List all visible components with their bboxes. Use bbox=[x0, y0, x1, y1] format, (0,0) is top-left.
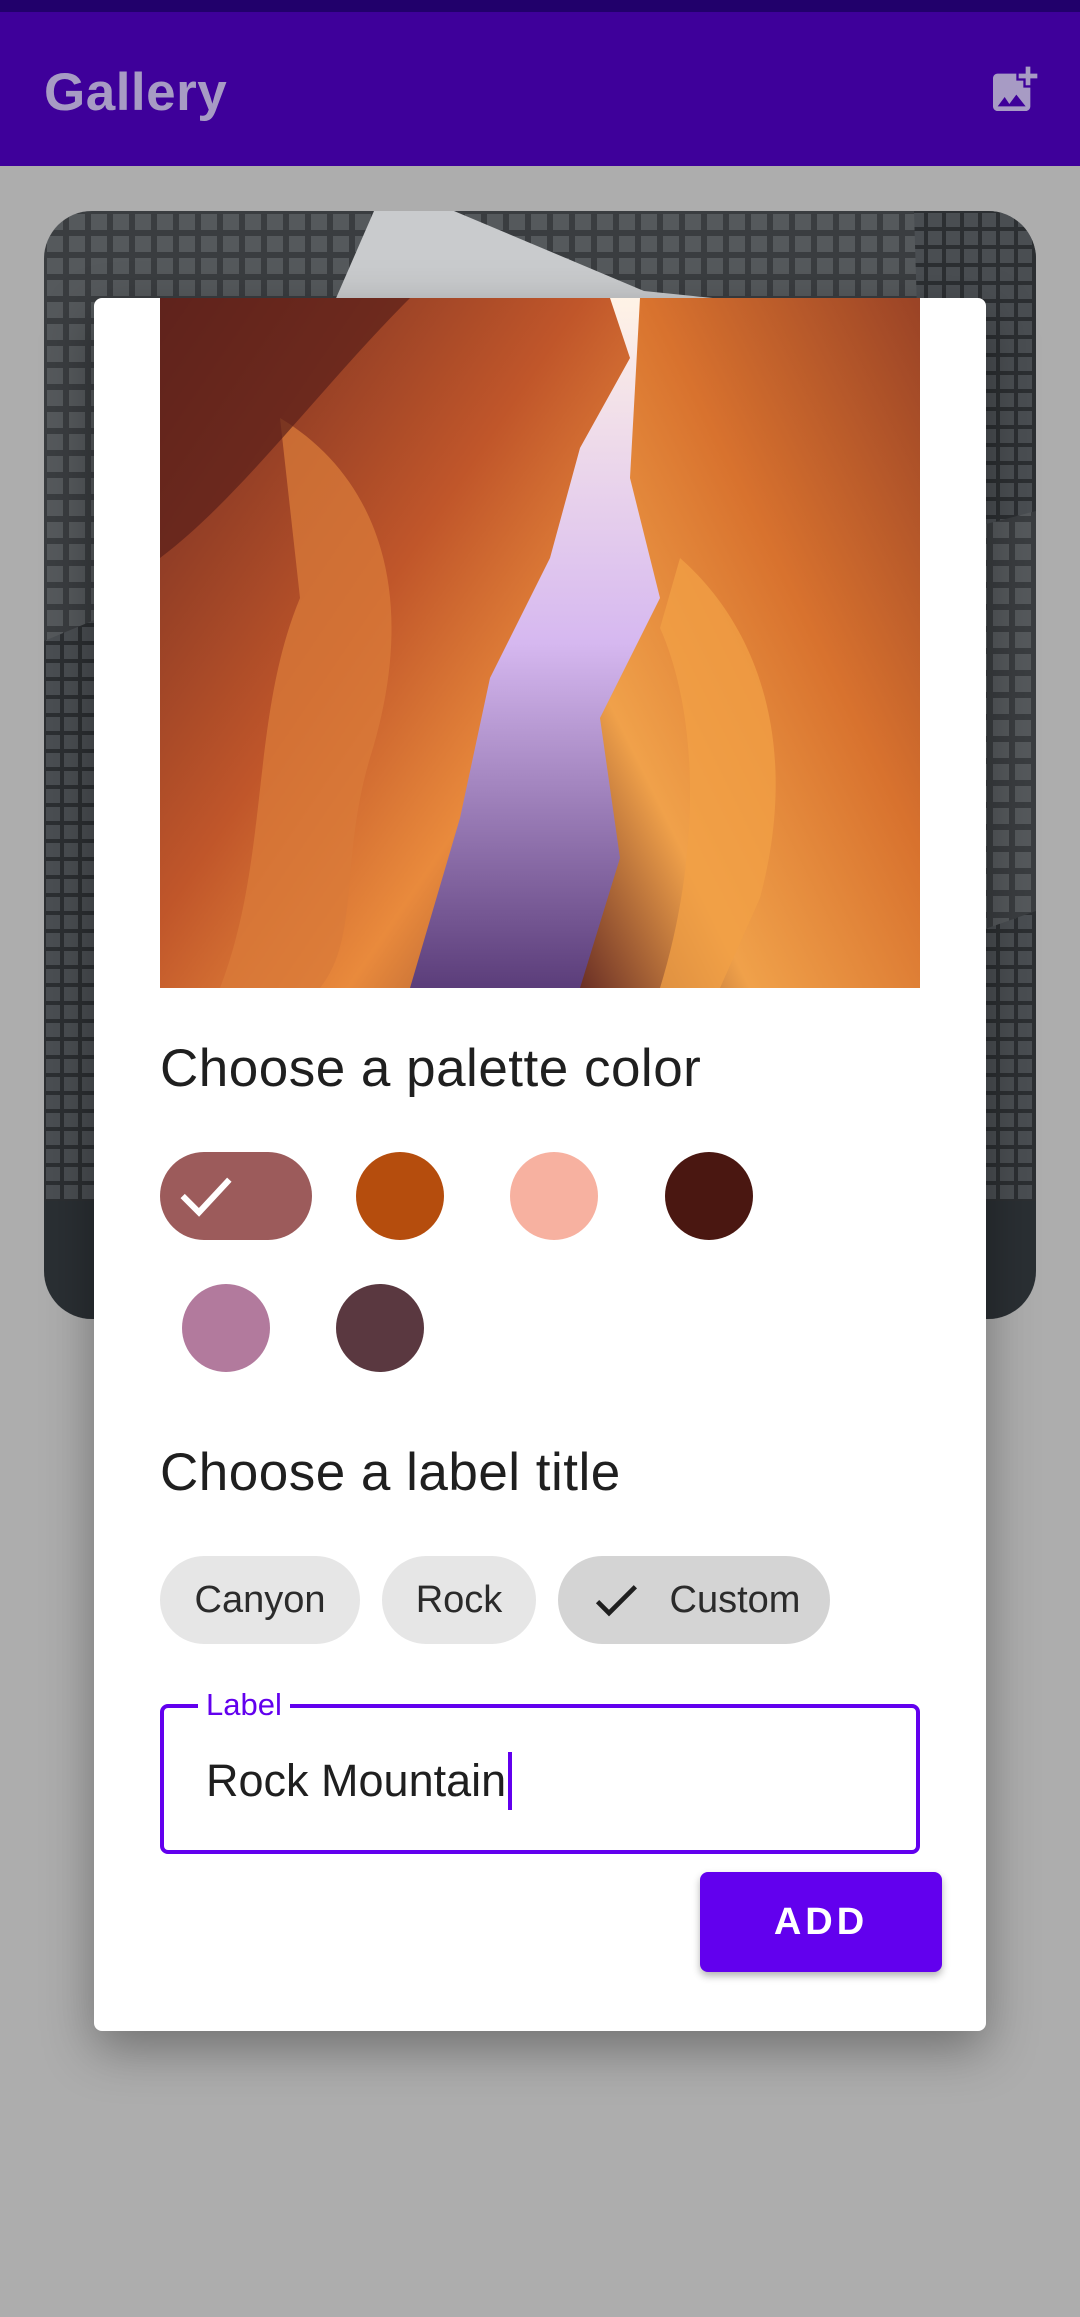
palette-swatch[interactable] bbox=[665, 1152, 753, 1240]
app-bar: Gallery bbox=[0, 12, 1080, 166]
palette-swatch[interactable] bbox=[356, 1152, 444, 1240]
label-title: Choose a label title bbox=[160, 1443, 621, 1502]
chip-label: Custom bbox=[669, 1578, 801, 1621]
check-icon bbox=[180, 1177, 232, 1217]
add-photo-icon[interactable] bbox=[986, 62, 1042, 118]
chip-canyon[interactable]: Canyon bbox=[160, 1556, 360, 1644]
chip-custom[interactable]: Custom bbox=[558, 1556, 830, 1644]
field-value-text: Rock Mountain bbox=[206, 1755, 507, 1806]
palette-swatch-selected[interactable] bbox=[160, 1152, 312, 1240]
chip-rock[interactable]: Rock bbox=[382, 1556, 536, 1644]
palette-swatch[interactable] bbox=[336, 1284, 424, 1372]
palette-swatch[interactable] bbox=[182, 1284, 270, 1372]
app-title: Gallery bbox=[44, 63, 228, 122]
chip-label: Canyon bbox=[194, 1578, 326, 1621]
palette-swatch[interactable] bbox=[510, 1152, 598, 1240]
text-cursor bbox=[508, 1752, 513, 1810]
label-input-field[interactable]: Label Rock Mountain bbox=[160, 1686, 920, 1854]
add-button[interactable]: ADD bbox=[700, 1872, 942, 1972]
palette-title: Choose a palette color bbox=[160, 1039, 702, 1098]
status-bar bbox=[0, 0, 1080, 12]
label-input[interactable]: Rock Mountain bbox=[206, 1752, 513, 1810]
canyon-photo bbox=[160, 298, 920, 988]
field-label: Label bbox=[198, 1686, 290, 1724]
chip-label: Rock bbox=[415, 1578, 503, 1621]
add-label-dialog: Choose a palette color Choose a label ti… bbox=[94, 298, 986, 2031]
check-icon bbox=[595, 1585, 637, 1617]
